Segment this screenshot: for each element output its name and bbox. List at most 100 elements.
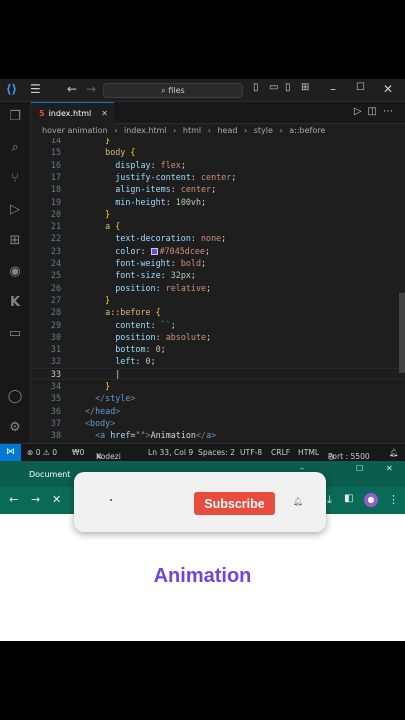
minimize-icon[interactable]: – bbox=[330, 82, 336, 96]
code-line[interactable]: 14 } bbox=[31, 138, 405, 146]
bell-icon[interactable]: 🔔︎ bbox=[293, 497, 303, 506]
code-token: : bbox=[170, 184, 181, 195]
back-arrow-icon[interactable]: ← bbox=[67, 82, 77, 96]
line-number: 22 bbox=[50, 233, 61, 244]
breadcrumb-style[interactable]: style bbox=[254, 126, 273, 135]
more-actions-icon[interactable]: ⋯ bbox=[383, 106, 399, 117]
window-maximize-icon[interactable]: ☐ bbox=[356, 464, 363, 473]
layout-panel-icon[interactable]: ▭ bbox=[269, 82, 278, 93]
status-language[interactable]: HTML bbox=[298, 448, 319, 457]
notifications-bell-icon[interactable]: 🔔︎ bbox=[389, 448, 399, 457]
forward-icon[interactable]: → bbox=[31, 493, 40, 506]
code-line[interactable]: 29 content: ``; bbox=[31, 319, 405, 331]
explorer-icon[interactable]: ❐ bbox=[6, 108, 24, 126]
github-icon[interactable]: ◉ bbox=[6, 263, 24, 281]
browser-tab-title[interactable]: Document bbox=[29, 470, 70, 479]
code-line[interactable]: 21 a { bbox=[31, 220, 405, 232]
code-token: : bbox=[135, 356, 146, 367]
code-line[interactable]: 23 color: #7045dcee; bbox=[31, 245, 405, 257]
code-token: bold bbox=[180, 258, 201, 268]
code-line[interactable]: 22 text-decoration: none; bbox=[31, 232, 405, 244]
breadcrumb-head[interactable]: head bbox=[217, 126, 237, 135]
code-line[interactable]: 18 align-items: center; bbox=[31, 183, 405, 195]
kodezi-icon[interactable]: K bbox=[6, 294, 24, 312]
animation-link[interactable]: Animation bbox=[0, 565, 405, 588]
status-cursor-position[interactable]: Ln 33, Col 9 bbox=[148, 448, 193, 457]
stop-icon[interactable]: ✕ bbox=[52, 493, 61, 506]
breadcrumb-selector[interactable]: a::before bbox=[289, 126, 325, 135]
editor-scrollbar[interactable] bbox=[399, 293, 405, 373]
line-number: 30 bbox=[50, 331, 61, 342]
split-editor-icon[interactable]: ◫ bbox=[368, 106, 383, 117]
extensions-icon[interactable]: ⊞ bbox=[6, 232, 24, 250]
code-token: position bbox=[85, 331, 156, 342]
layout-sidebar-icon[interactable]: ▯ bbox=[253, 82, 259, 93]
search-icon[interactable]: ⌕ bbox=[6, 139, 24, 157]
code-line[interactable]: 26 position: relative; bbox=[31, 282, 405, 294]
profile-avatar[interactable]: ● bbox=[364, 493, 378, 507]
code-token: head bbox=[95, 405, 116, 416]
remote-indicator-icon[interactable]: ⋈ bbox=[0, 444, 21, 461]
close-icon[interactable]: ✕ bbox=[383, 82, 393, 96]
code-line[interactable]: 30 position: absolute; bbox=[31, 331, 405, 343]
code-token: ; bbox=[206, 282, 212, 293]
layout-custom-icon[interactable]: ⊞ bbox=[301, 82, 309, 93]
command-center-search[interactable]: ⌕ files bbox=[103, 83, 243, 98]
code-line[interactable]: 16 display: flex; bbox=[31, 159, 405, 171]
run-icon[interactable]: ▷ bbox=[354, 106, 368, 117]
status-encoding[interactable]: UTF-8 bbox=[240, 448, 262, 457]
code-text: } bbox=[85, 294, 110, 306]
color-swatch-icon bbox=[150, 247, 158, 255]
status-ports[interactable]: ₩0 bbox=[72, 448, 84, 457]
code-line[interactable]: 19 min-height: 100vh; bbox=[31, 196, 405, 208]
code-line[interactable]: 17 justify-content: center; bbox=[31, 171, 405, 183]
line-number: 15 bbox=[50, 147, 61, 158]
code-text: font-weight: bold; bbox=[85, 257, 206, 269]
status-problems[interactable]: ⊗ 0 ⚠ 0 bbox=[27, 448, 57, 457]
more-icon[interactable]: ⋮ bbox=[388, 493, 399, 506]
code-token: body bbox=[90, 417, 111, 428]
code-line[interactable]: 37 <body> bbox=[31, 417, 405, 429]
code-line[interactable]: 38 <a href="">Animation</a> bbox=[31, 429, 405, 441]
download-icon[interactable]: ⤓ bbox=[327, 493, 332, 507]
code-token: > bbox=[115, 405, 121, 416]
code-line[interactable]: 25 font-size: 32px; bbox=[31, 269, 405, 281]
tab-index-html[interactable]: 5 index.html ✕ bbox=[31, 102, 114, 124]
code-line[interactable]: 27 } bbox=[31, 294, 405, 306]
code-token: ; bbox=[170, 319, 176, 330]
code-line[interactable]: 34 } bbox=[31, 380, 405, 392]
code-line[interactable]: 31 bottom: 0; bbox=[31, 343, 405, 355]
sidebar-icon[interactable]: ◧ bbox=[344, 493, 353, 504]
code-line[interactable]: 32 left: 0; bbox=[31, 355, 405, 367]
layout-secondary-icon[interactable]: ▯ bbox=[285, 82, 291, 93]
code-line[interactable]: 20 } bbox=[31, 208, 405, 220]
code-token: } bbox=[85, 208, 111, 219]
breadcrumb-html[interactable]: html bbox=[183, 126, 201, 135]
subscribe-button[interactable]: Subscribe bbox=[194, 492, 275, 515]
code-line[interactable]: 15 body { bbox=[31, 146, 405, 158]
forward-arrow-icon[interactable]: → bbox=[86, 82, 96, 96]
source-control-icon[interactable]: ⑂ bbox=[6, 170, 24, 188]
code-line[interactable]: 28 a::before { bbox=[31, 306, 405, 318]
account-icon[interactable]: ◯ bbox=[6, 388, 24, 406]
tab-close-icon[interactable]: ✕ bbox=[101, 103, 108, 124]
status-eol[interactable]: CRLF bbox=[271, 448, 290, 457]
settings-gear-icon[interactable]: ⚙ bbox=[6, 419, 24, 437]
back-icon[interactable]: ← bbox=[9, 493, 18, 506]
code-token: 100vh bbox=[175, 196, 201, 207]
breadcrumb-folder[interactable]: hover animation bbox=[42, 126, 108, 135]
breadcrumb-file[interactable]: index.html bbox=[124, 126, 167, 135]
status-indentation[interactable]: Spaces: 2 bbox=[198, 448, 235, 457]
run-debug-icon[interactable]: ▷ bbox=[6, 201, 24, 219]
window-close-icon[interactable]: ✕ bbox=[386, 464, 393, 473]
code-line[interactable]: 36 </head> bbox=[31, 405, 405, 417]
code-token: Animation bbox=[150, 430, 196, 441]
code-line[interactable]: 24 font-weight: bold; bbox=[31, 257, 405, 269]
code-editor[interactable]: 14 } 15 body {16 display: flex; 17 justify… bbox=[31, 138, 405, 443]
chat-icon[interactable]: ▭ bbox=[6, 325, 24, 343]
maximize-icon[interactable]: ☐ bbox=[356, 82, 365, 93]
menu-icon[interactable]: ☰ bbox=[30, 82, 41, 96]
code-text: bottom: 0; bbox=[85, 343, 165, 355]
code-line[interactable]: 35 </style> bbox=[31, 392, 405, 404]
code-line[interactable]: 33 | bbox=[31, 367, 405, 380]
